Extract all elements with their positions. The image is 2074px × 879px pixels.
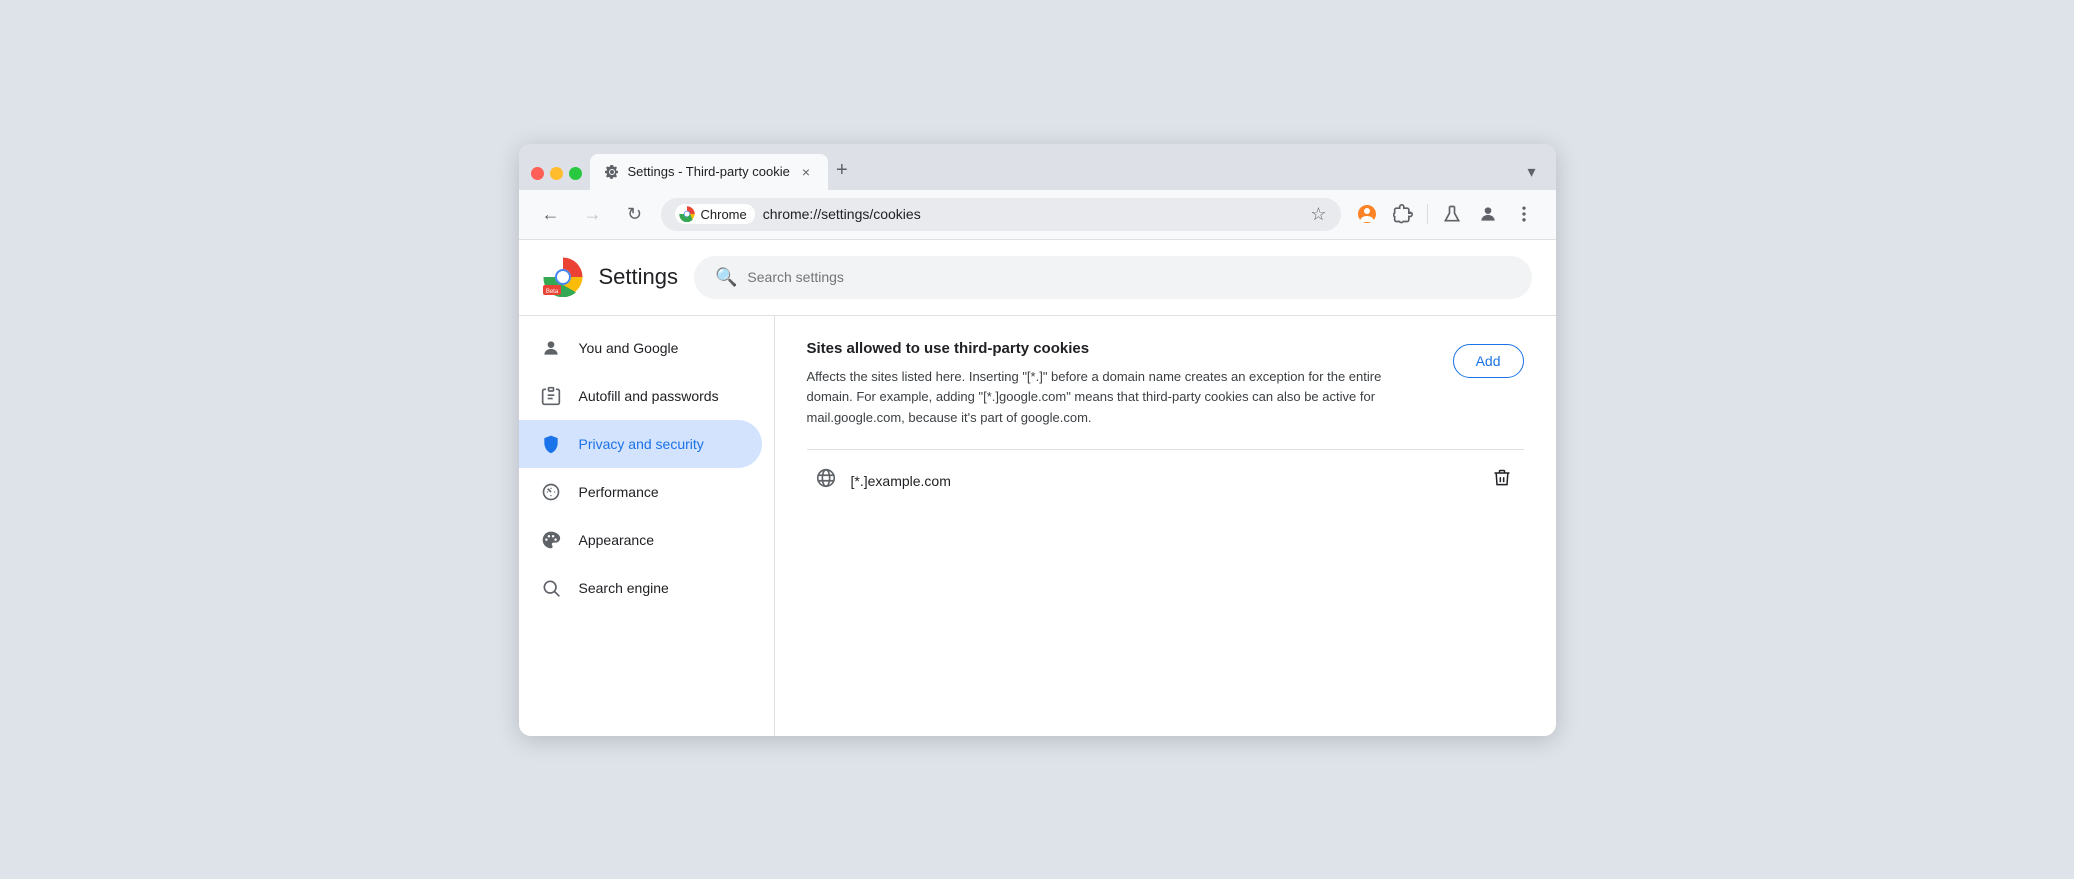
chrome-label: Chrome [701,207,747,222]
sidebar-item-privacy[interactable]: Privacy and security [519,420,762,468]
chrome-logo-small [679,206,695,222]
section-title: Sites allowed to use third-party cookies [807,340,1429,357]
add-button[interactable]: Add [1453,344,1524,378]
orange-profile-icon [1357,204,1377,224]
search-icon: 🔍 [715,267,737,288]
main-content: Beta Settings 🔍 You and Goog [519,240,1556,736]
sidebar-label-performance: Performance [579,484,659,500]
sidebar-label-autofill: Autofill and passwords [579,388,719,404]
tab-bar: Settings - Third-party cookie × + ▾ [590,154,1544,190]
reload-icon: ↻ [627,204,642,225]
menu-button[interactable] [1508,198,1540,230]
settings-body: You and Google Autofill and passwords [519,316,1556,736]
sidebar-label-search-engine: Search engine [579,580,669,596]
person-icon [1478,204,1498,224]
person-icon [539,338,563,358]
address-bar: ← → ↻ Chrome chrome://settings/cookie [519,190,1556,240]
account-button[interactable] [1472,198,1504,230]
sidebar-item-performance[interactable]: Performance [519,468,762,516]
chrome-brand-chip: Chrome [675,204,755,224]
profile-extension-button[interactable] [1351,198,1383,230]
title-bar: Settings - Third-party cookie × + ▾ [519,144,1556,190]
url-bar[interactable]: Chrome chrome://settings/cookies ☆ [661,198,1341,231]
reload-button[interactable]: ↻ [619,198,651,230]
settings-tab-icon [604,164,620,180]
sidebar: You and Google Autofill and passwords [519,316,775,736]
chrome-logo: Beta [543,257,583,297]
window-controls [531,167,582,190]
shield-icon [539,434,563,454]
section-text: Sites allowed to use third-party cookies… [807,340,1429,429]
bookmark-icon[interactable]: ☆ [1310,204,1326,225]
sidebar-item-you-and-google[interactable]: You and Google [519,324,762,372]
section-desc: Affects the sites listed here. Inserting… [807,367,1429,429]
more-vert-icon [1514,204,1534,224]
lab-icon-button[interactable] [1436,198,1468,230]
palette-icon [539,530,563,550]
close-window-button[interactable] [531,167,544,180]
cookie-list: [*.]example.com [807,449,1524,512]
tab-title: Settings - Third-party cookie [628,164,790,179]
forward-icon: → [584,204,602,225]
browser-window: Settings - Third-party cookie × + ▾ ← → … [519,144,1556,736]
sidebar-item-autofill[interactable]: Autofill and passwords [519,372,762,420]
globe-icon [815,467,837,495]
tab-close-button[interactable]: × [798,162,814,182]
new-tab-button[interactable]: + [828,155,856,186]
back-button[interactable]: ← [535,198,567,230]
main-panel: Sites allowed to use third-party cookies… [775,316,1556,736]
section-header-row: Sites allowed to use third-party cookies… [807,340,1524,429]
tab-expand-button[interactable]: ▾ [1519,158,1543,186]
sidebar-label-you-and-google: You and Google [579,340,679,356]
active-tab[interactable]: Settings - Third-party cookie × [590,154,829,190]
cookie-item: [*.]example.com [807,449,1524,512]
maximize-window-button[interactable] [569,167,582,180]
trash-icon [1492,468,1512,488]
search-input[interactable] [747,269,1510,285]
sidebar-item-search-engine[interactable]: Search engine [519,564,762,612]
sidebar-label-appearance: Appearance [579,532,655,548]
forward-button[interactable]: → [577,198,609,230]
flask-icon [1442,204,1462,224]
back-icon: ← [542,204,560,225]
sidebar-item-appearance[interactable]: Appearance [519,516,762,564]
url-text: chrome://settings/cookies [763,206,1303,222]
puzzle-icon [1393,204,1413,224]
cookie-domain: [*.]example.com [851,473,1474,489]
minimize-window-button[interactable] [550,167,563,180]
performance-icon [539,482,563,502]
clipboard-icon [539,386,563,406]
extensions-button[interactable] [1387,198,1419,230]
delete-cookie-button[interactable] [1488,464,1516,498]
search-engine-icon [539,578,563,598]
sidebar-label-privacy: Privacy and security [579,436,704,452]
svg-text:Beta: Beta [545,289,558,295]
toolbar-icons [1351,198,1540,230]
search-bar[interactable]: 🔍 [694,256,1532,299]
settings-header: Beta Settings 🔍 [519,240,1556,316]
toolbar-divider [1427,204,1428,224]
settings-title: Settings [599,264,679,290]
